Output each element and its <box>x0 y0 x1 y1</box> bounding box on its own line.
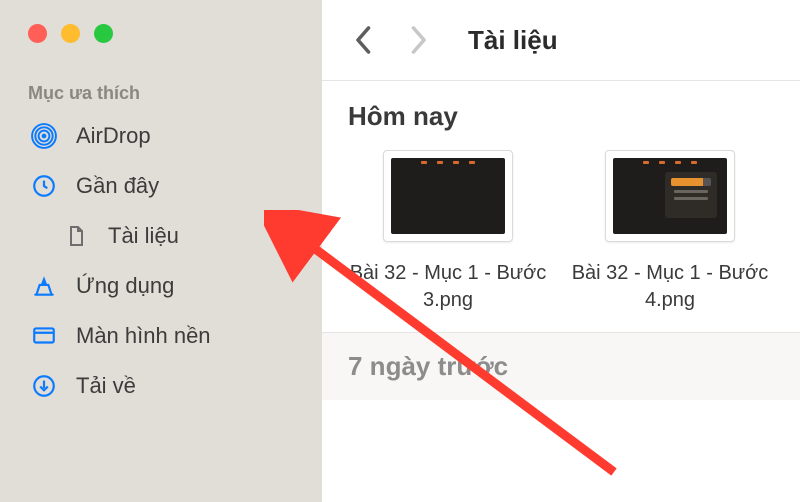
sidebar-item-label: Ứng dụng <box>76 273 174 299</box>
file-thumbnail <box>391 158 505 234</box>
file-name: Bài 32 - Mục 1 - Bước 3.png <box>348 260 548 314</box>
file-item[interactable]: Bài 32 - Mục 1 - Bước 4.png <box>570 150 770 314</box>
file-name: Bài 32 - Mục 1 - Bước 4.png <box>570 260 770 314</box>
sidebar-item-label: Tài liệu <box>108 223 179 249</box>
airdrop-icon <box>30 122 58 150</box>
sidebar-item-label: Màn hình nền <box>76 323 211 349</box>
sidebar-section-favorites: Mục ưa thích <box>28 83 304 104</box>
applications-icon <box>30 272 58 300</box>
minimize-window-button[interactable] <box>61 24 80 43</box>
sidebar-item-recents[interactable]: Gần đây <box>20 164 304 208</box>
sidebar-item-airdrop[interactable]: AirDrop <box>20 114 304 158</box>
close-window-button[interactable] <box>28 24 47 43</box>
file-thumbnail-frame <box>605 150 735 242</box>
fullscreen-window-button[interactable] <box>94 24 113 43</box>
clock-icon <box>30 172 58 200</box>
group-header-week: 7 ngày trước <box>322 333 800 400</box>
file-thumbnail-frame <box>383 150 513 242</box>
main-content: Tài liệu Hôm nay Bài 32 - Mục 1 - Bước 3… <box>322 0 800 502</box>
nav-forward-button[interactable] <box>396 18 440 62</box>
sidebar-item-applications[interactable]: Ứng dụng <box>20 264 304 308</box>
sidebar-item-desktop[interactable]: Màn hình nền <box>20 314 304 358</box>
finder-window: Mục ưa thích AirDrop Gần đây <box>0 0 800 502</box>
group-header-today: Hôm nay <box>322 81 800 150</box>
sidebar-item-label: Tải về <box>76 373 136 399</box>
nav-back-button[interactable] <box>342 18 386 62</box>
document-icon <box>62 222 90 250</box>
sidebar: Mục ưa thích AirDrop Gần đây <box>0 0 322 502</box>
file-item[interactable]: Bài 32 - Mục 1 - Bước 3.png <box>348 150 548 314</box>
location-title: Tài liệu <box>468 25 558 56</box>
sidebar-item-documents[interactable]: Tài liệu <box>20 214 304 258</box>
toolbar: Tài liệu <box>322 0 800 80</box>
file-grid: Bài 32 - Mục 1 - Bước 3.png Bài 32 - Mục… <box>322 150 800 332</box>
download-icon <box>30 372 58 400</box>
sidebar-item-downloads[interactable]: Tải về <box>20 364 304 408</box>
file-thumbnail <box>613 158 727 234</box>
sidebar-item-label: AirDrop <box>76 123 151 149</box>
desktop-icon <box>30 322 58 350</box>
sidebar-item-label: Gần đây <box>76 173 159 199</box>
window-controls <box>28 24 304 43</box>
